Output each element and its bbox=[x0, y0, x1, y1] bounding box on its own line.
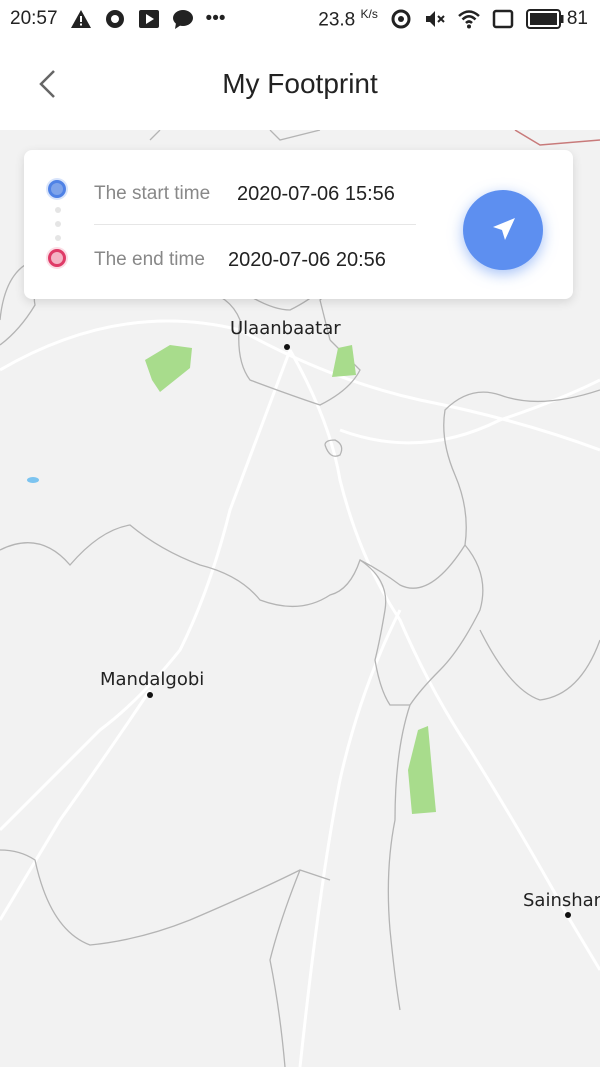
start-time-label: The start time bbox=[94, 183, 211, 204]
wifi-icon bbox=[458, 10, 480, 29]
city-marker bbox=[147, 692, 153, 698]
divider bbox=[94, 224, 416, 225]
end-time-label: The end time bbox=[94, 249, 205, 270]
hotspot-icon bbox=[391, 9, 411, 29]
status-bar: 20:57 ••• 23.8 K/s 81 bbox=[0, 0, 600, 38]
network-speed: 23.8 K/s bbox=[318, 6, 378, 31]
navigation-arrow-icon bbox=[493, 218, 515, 240]
more-notifications-icon: ••• bbox=[205, 8, 226, 29]
back-arrow-icon[interactable] bbox=[34, 68, 62, 100]
battery-icon bbox=[525, 8, 564, 29]
end-time-value[interactable]: 2020-07-06 20:56 bbox=[228, 249, 386, 272]
app-notification-icon bbox=[105, 10, 124, 28]
battery-level: 81 bbox=[566, 7, 588, 29]
city-label-ulaanbaatar: Ulaanbaatar bbox=[230, 318, 341, 339]
city-label-mandalgobi: Mandalgobi bbox=[100, 669, 205, 690]
warning-icon bbox=[70, 10, 91, 28]
city-marker bbox=[565, 912, 571, 918]
city-label-sainshan: Sainshan bbox=[523, 890, 600, 911]
battery: 81 bbox=[525, 7, 588, 30]
page-title: My Footprint bbox=[222, 68, 378, 99]
city-marker bbox=[284, 344, 290, 350]
play-icon bbox=[138, 10, 159, 28]
end-point-icon bbox=[48, 249, 66, 267]
status-time: 20:57 bbox=[10, 8, 58, 29]
start-point-icon bbox=[48, 180, 66, 198]
chat-icon bbox=[172, 10, 193, 29]
screen-icon bbox=[492, 9, 514, 29]
mute-icon bbox=[425, 10, 445, 27]
header: My Footprint bbox=[0, 38, 600, 130]
start-time-value[interactable]: 2020-07-06 15:56 bbox=[237, 183, 395, 206]
locate-button[interactable] bbox=[463, 190, 543, 270]
